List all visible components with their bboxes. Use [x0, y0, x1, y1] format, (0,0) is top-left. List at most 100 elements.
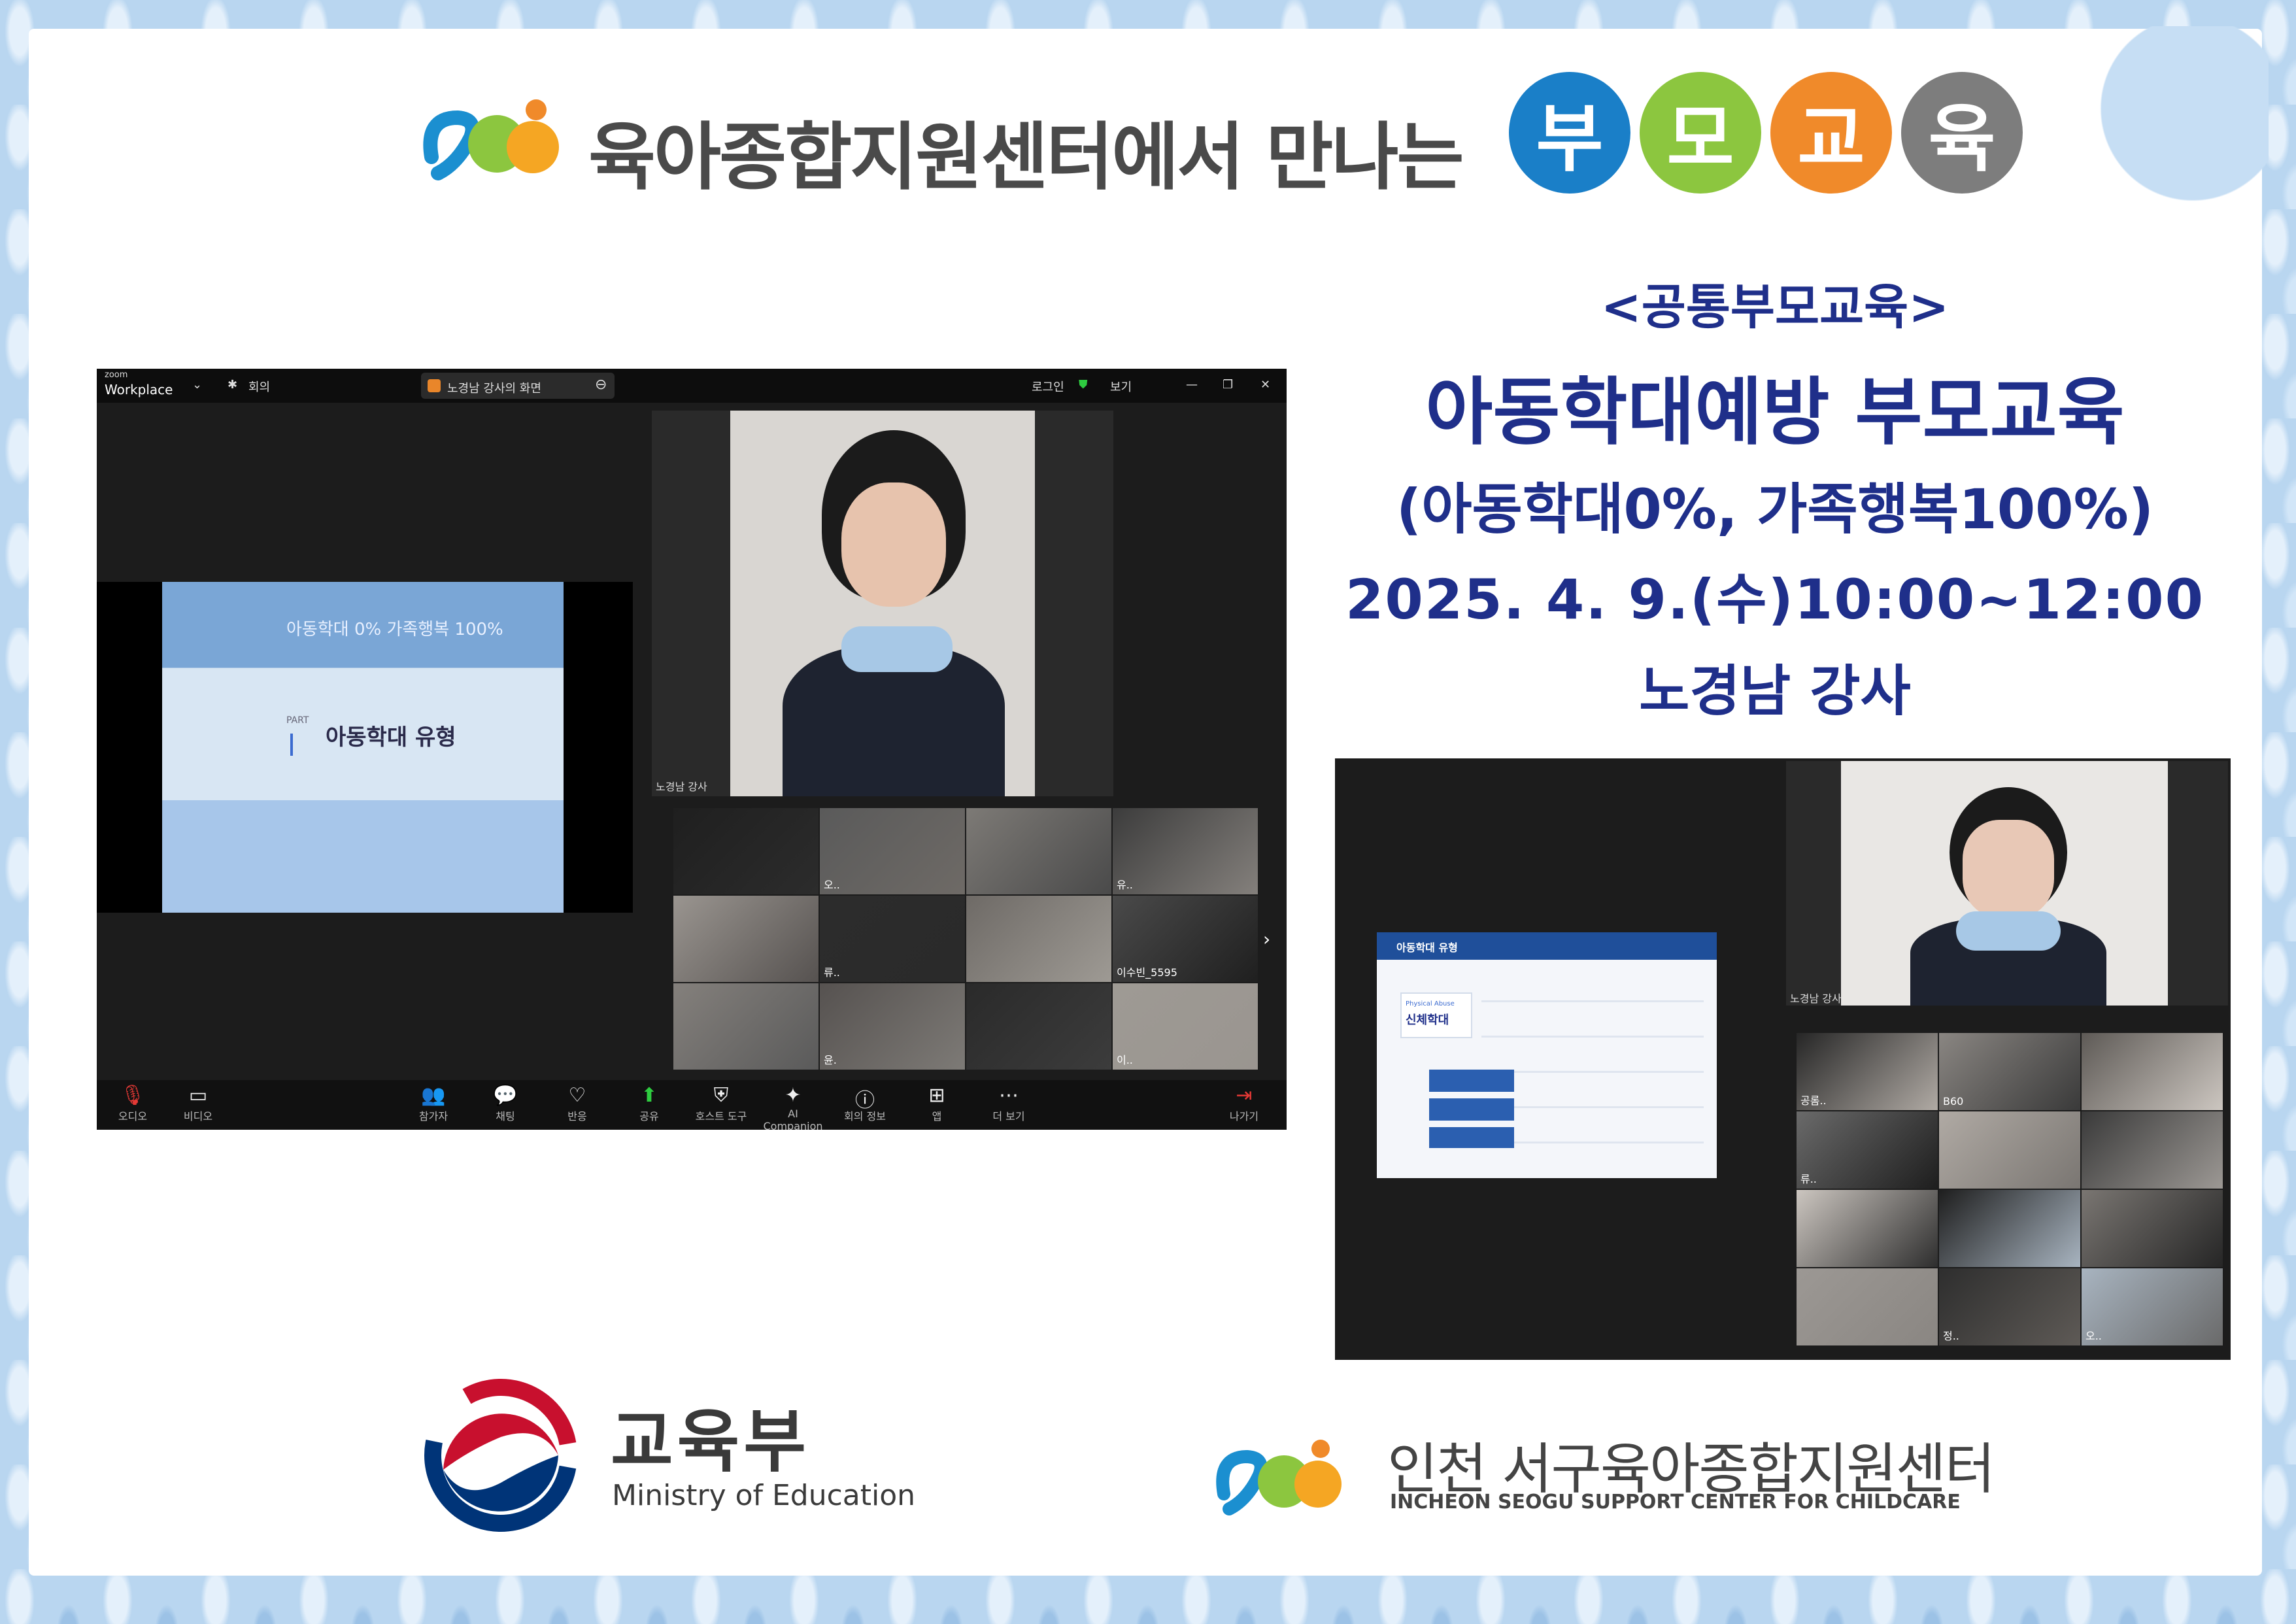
- more-icon: ⋯: [999, 1084, 1019, 1107]
- toolbar-label: AI Companion: [763, 1108, 823, 1130]
- toolbar-video-button[interactable]: ▭ 비디오: [162, 1084, 234, 1123]
- slide-divider: [290, 734, 293, 756]
- participants-gallery-2: 공롬.. B60 류.. 정.. 오..: [1797, 1033, 2224, 1348]
- participant-tile[interactable]: 류..: [820, 896, 965, 982]
- video-icon: ▭: [188, 1084, 208, 1107]
- participant-tile[interactable]: [966, 808, 1111, 894]
- view-menu[interactable]: 보기: [1110, 378, 1132, 395]
- share-tab[interactable]: 노경남 강사의 화면 ⊖: [421, 373, 615, 399]
- toolbar-label: 반응: [567, 1110, 587, 1123]
- participant-name: 이수빈_5595: [1117, 966, 1177, 979]
- zoom-titlebar: zoom Workplace ⌄ ✱ 회의 노경남 강사의 화면 ⊖ 로그인 ⛊…: [97, 369, 1287, 403]
- participant-tile[interactable]: B60: [1939, 1033, 2080, 1110]
- participant-name: 이..: [1117, 1054, 1133, 1066]
- slide2-header: 아동학대 유형: [1396, 941, 1458, 954]
- header-title: 육아종합지원센터에서 만나는: [588, 115, 1464, 200]
- participant-tile[interactable]: 오..: [2082, 1268, 2223, 1345]
- toolbar-share-button[interactable]: ⬆ 공유: [613, 1084, 685, 1123]
- participants-icon: 👥: [421, 1084, 446, 1107]
- participant-name: 류..: [824, 966, 840, 979]
- participant-tile[interactable]: [2082, 1111, 2223, 1189]
- toolbar-label: 참가자: [418, 1110, 448, 1123]
- participant-tile[interactable]: [673, 983, 819, 1070]
- close-icon[interactable]: ✕: [1260, 378, 1270, 392]
- participant-tile[interactable]: 정..: [1939, 1268, 2080, 1345]
- toolbar-leave-button[interactable]: ⇥ 나가기: [1208, 1084, 1280, 1123]
- participant-tile[interactable]: 이수빈_5595: [1113, 896, 1258, 982]
- toolbar-sparkle-button[interactable]: ✦ AI Companion: [757, 1084, 829, 1130]
- meeting-menu[interactable]: 회의: [248, 378, 270, 395]
- chevron-down-icon[interactable]: ⌄: [192, 378, 202, 392]
- participant-tile[interactable]: 유..: [1113, 808, 1258, 894]
- share-tab-label: 노경남 강사의 화면: [447, 382, 541, 396]
- speaker-name-label: 노경남 강사: [656, 781, 707, 793]
- header-circle-2: 모: [1640, 72, 1761, 194]
- participant-name: 오..: [2085, 1330, 2102, 1342]
- toolbar-label: 채팅: [496, 1110, 515, 1123]
- participant-name: 유..: [1117, 879, 1133, 891]
- speaker-face: [841, 482, 946, 607]
- toolbar-label: 공유: [639, 1110, 659, 1123]
- participant-tile[interactable]: [1797, 1190, 1938, 1267]
- center-logo-footer-icon: [1216, 1440, 1342, 1515]
- toolbar-participants-button[interactable]: 👥 참가자: [397, 1084, 469, 1123]
- participant-tile[interactable]: [966, 896, 1111, 982]
- info-icon: ⓘ: [855, 1089, 875, 1112]
- toolbar-apps-button[interactable]: ⊞ 앱: [901, 1084, 973, 1123]
- participant-tile[interactable]: 공롬..: [1797, 1033, 1938, 1110]
- participant-tile[interactable]: [673, 808, 819, 894]
- paw-icon: ✱: [228, 378, 238, 392]
- participant-tile[interactable]: [2082, 1190, 2223, 1267]
- participant-name: 윤.: [824, 1054, 837, 1066]
- moe-emblem-icon: [424, 1379, 577, 1532]
- share-indicator-icon: [428, 379, 441, 392]
- next-page-icon[interactable]: ›: [1263, 928, 1270, 950]
- participant-tile[interactable]: 오..: [820, 808, 965, 894]
- participant-tile[interactable]: 윤.: [820, 983, 965, 1070]
- participant-tile[interactable]: [673, 896, 819, 982]
- participant-tile[interactable]: [2082, 1033, 2223, 1110]
- header-circle-1: 부: [1509, 72, 1630, 194]
- share-icon: ⬆: [641, 1084, 658, 1107]
- slide-top-text: 아동학대 0% 가족행복 100%: [286, 620, 503, 639]
- event-datetime: 2025. 4. 9.(수)10:00~12:00: [1345, 567, 2205, 632]
- participant-name: 류..: [1800, 1173, 1817, 1185]
- speaker-video: 노경남 강사: [652, 411, 1113, 796]
- participant-name: 정..: [1943, 1330, 1959, 1342]
- login-link[interactable]: 로그인: [1032, 378, 1064, 395]
- participant-tile[interactable]: [1939, 1111, 2080, 1189]
- speaker-scarf: [841, 626, 953, 672]
- shared-slide: 아동학대 0% 가족행복 100% PART 아동학대 유형: [162, 582, 564, 913]
- toolbar-chat-button[interactable]: 💬 채팅: [469, 1084, 541, 1123]
- restore-icon[interactable]: ❐: [1223, 378, 1233, 392]
- zoom-toolbar: 🎙 오디오 ▭ 비디오 👥 참가자 💬 채팅 ♡ 반응 ⬆ 공유 ⛨ 호스트 도구 ✦ AI Companio…: [97, 1080, 1287, 1130]
- participants-gallery: 오.. 유.. 류.. 이수빈_5595 윤. 이..: [673, 808, 1259, 1072]
- toolbar-heart-button[interactable]: ♡ 반응: [541, 1084, 613, 1123]
- zoom-window-right: 아동학대 유형 Physical Abuse 신체학대 노경남 강사 공롬.. B…: [1335, 758, 2231, 1360]
- participant-name: 오..: [824, 879, 840, 891]
- participant-tile[interactable]: 류..: [1797, 1111, 1938, 1189]
- corner-decoration: [2079, 26, 2269, 209]
- toolbar-more-button[interactable]: ⋯ 더 보기: [973, 1084, 1045, 1123]
- minimize-icon[interactable]: —: [1186, 378, 1198, 392]
- participant-tile[interactable]: [1797, 1268, 1938, 1345]
- toolbar-label: 회의 정보: [844, 1110, 886, 1123]
- speaker2-name-label: 노경남 강사: [1790, 992, 1842, 1005]
- shield-icon: ⛨: [713, 1084, 729, 1107]
- zoom-window-left: zoom Workplace ⌄ ✱ 회의 노경남 강사의 화면 ⊖ 로그인 ⛊…: [97, 369, 1287, 1130]
- participant-tile[interactable]: 이..: [1113, 983, 1258, 1070]
- toolbar-shield-button[interactable]: ⛨ 호스트 도구: [685, 1084, 757, 1123]
- heart-icon: ♡: [568, 1084, 586, 1107]
- more-options-icon[interactable]: ⊖: [595, 377, 607, 393]
- toolbar-label: 비디오: [183, 1110, 213, 1123]
- participant-tile[interactable]: [966, 983, 1111, 1070]
- participant-tile[interactable]: [1939, 1190, 2080, 1267]
- event-title: 아동학대예방 부모교육: [1425, 370, 2125, 455]
- header-circle-4: 육: [1901, 72, 2023, 194]
- zoom-brand-top: zoom: [105, 370, 128, 380]
- toolbar-mic-muted-button[interactable]: 🎙 오디오: [97, 1084, 169, 1123]
- center-name-en: INCHEON SEOGU SUPPORT CENTER FOR CHILDCA…: [1390, 1491, 1961, 1514]
- slide-title: 아동학대 유형: [326, 724, 456, 751]
- toolbar-info-button[interactable]: ⓘ 회의 정보: [829, 1084, 901, 1123]
- participant-name: 공롬..: [1800, 1094, 1827, 1107]
